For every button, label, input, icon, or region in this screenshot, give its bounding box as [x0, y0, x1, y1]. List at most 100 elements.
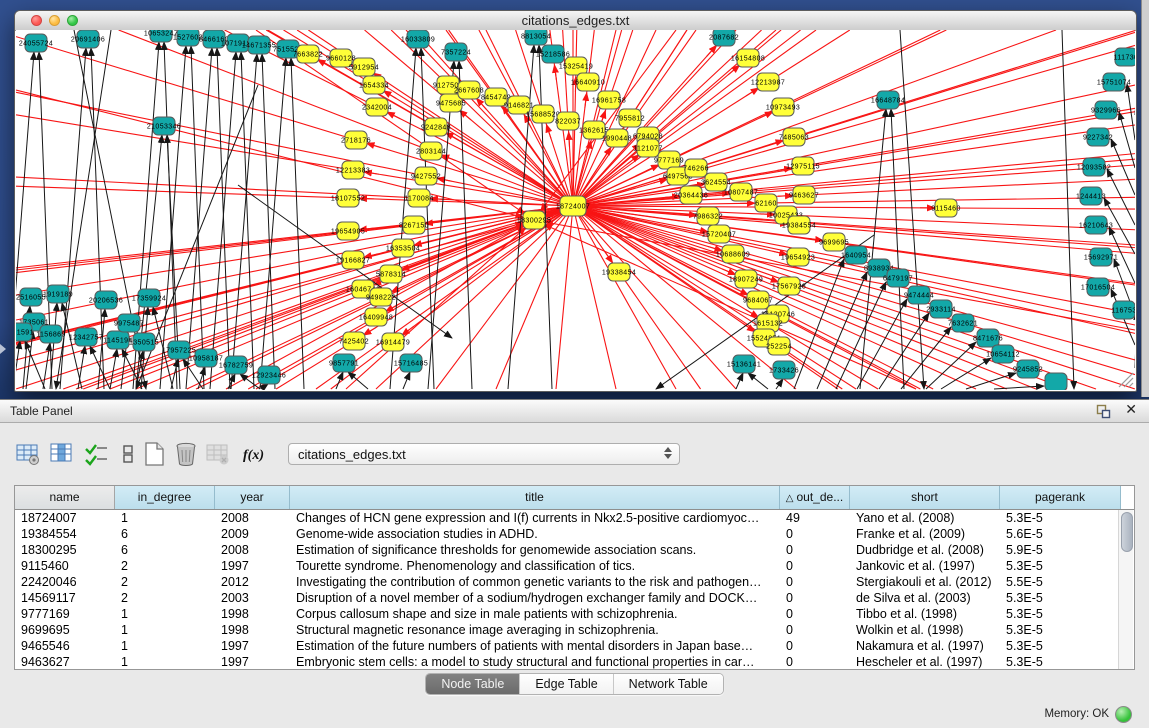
table-cell[interactable]: 1: [115, 654, 215, 670]
table-cell[interactable]: 6: [115, 526, 215, 542]
table-cell[interactable]: 5.3E-5: [1000, 638, 1121, 654]
table-row[interactable]: 946362711997Embryonic stem cells: a mode…: [15, 654, 1134, 670]
graph-node[interactable]: 9975487: [114, 314, 144, 332]
table-row[interactable]: 1938455462009Genome-wide association stu…: [15, 526, 1134, 542]
function-builder-icon[interactable]: f(x): [240, 440, 268, 468]
table-cell[interactable]: Structural magnetic resonance image aver…: [290, 622, 780, 638]
table-cell[interactable]: 5.5E-5: [1000, 574, 1121, 590]
graph-node[interactable]: 12923446: [252, 366, 286, 384]
table-cell[interactable]: 5.3E-5: [1000, 558, 1121, 574]
table-cell[interactable]: 2008: [215, 510, 290, 526]
graph-node[interactable]: 746266: [683, 159, 709, 177]
graph-node[interactable]: 9498222: [366, 288, 396, 306]
column-header-name[interactable]: name: [15, 486, 115, 509]
table-row[interactable]: 946554611997Estimation of the future num…: [15, 638, 1134, 654]
table-row[interactable]: 1830029562008Estimation of significance …: [15, 542, 1134, 558]
table-cell[interactable]: 1997: [215, 638, 290, 654]
table-settings-icon[interactable]: [14, 440, 42, 468]
table-cell[interactable]: 0: [780, 542, 850, 558]
graph-node[interactable]: 8267150: [399, 216, 429, 234]
tab-network-table[interactable]: Network Table: [613, 674, 723, 694]
column-header-title[interactable]: title: [290, 486, 780, 509]
graph-node[interactable]: 16210643: [1079, 216, 1113, 234]
table-cell[interactable]: 2: [115, 574, 215, 590]
close-panel-icon[interactable]: ✕: [1125, 401, 1137, 418]
table-cell[interactable]: 1998: [215, 606, 290, 622]
table-cell[interactable]: Hescheler et al. (1997): [850, 654, 1000, 670]
select-rows-icon[interactable]: [82, 440, 110, 468]
table-cell[interactable]: 49: [780, 510, 850, 526]
graph-node[interactable]: 9474444: [904, 286, 934, 304]
delete-rows-icon[interactable]: [172, 440, 200, 468]
graph-node[interactable]: 12975115: [786, 157, 820, 175]
table-cell[interactable]: 1: [115, 638, 215, 654]
table-cell[interactable]: Wolkin et al. (1998): [850, 622, 1000, 638]
graph-node[interactable]: 116753: [1111, 301, 1135, 319]
graph-node[interactable]: 62160: [755, 194, 777, 212]
table-cell[interactable]: 1998: [215, 622, 290, 638]
graph-node[interactable]: 9463627: [789, 186, 819, 204]
table-cell[interactable]: 6: [115, 542, 215, 558]
table-cell[interactable]: Franke et al. (2009): [850, 526, 1000, 542]
graph-node[interactable]: 7986322: [693, 207, 723, 225]
table-cell[interactable]: 1997: [215, 558, 290, 574]
table-cell[interactable]: 19384554: [15, 526, 115, 542]
delete-table-icon[interactable]: [204, 440, 232, 468]
table-cell[interactable]: Investigating the contribution of common…: [290, 574, 780, 590]
graph-node[interactable]: 5878314: [376, 265, 406, 283]
show-columns-icon[interactable]: [48, 440, 76, 468]
graph-node[interactable]: [1045, 373, 1067, 390]
graph-node[interactable]: 1990448: [602, 129, 632, 147]
table-cell[interactable]: Stergiakouli et al. (2012): [850, 574, 1000, 590]
table-row[interactable]: 1872400712008Changes of HCN gene express…: [15, 510, 1134, 526]
graph-node[interactable]: 391591: [16, 323, 34, 341]
table-cell[interactable]: Tibbo et al. (1998): [850, 606, 1000, 622]
table-cell[interactable]: 2003: [215, 590, 290, 606]
graph-node[interactable]: 15692971: [1084, 248, 1118, 266]
table-cell[interactable]: 5.3E-5: [1000, 606, 1121, 622]
graph-node[interactable]: 20691406: [71, 30, 105, 48]
table-cell[interactable]: Nakamura et al. (1997): [850, 638, 1000, 654]
table-cell[interactable]: 1: [115, 622, 215, 638]
graph-node[interactable]: 16648784: [871, 91, 905, 109]
table-cell[interactable]: 0: [780, 558, 850, 574]
vertical-scrollbar[interactable]: [1118, 510, 1133, 669]
graph-node[interactable]: 2933114: [926, 300, 956, 318]
graph-node[interactable]: 8813054: [521, 30, 551, 45]
graph-node[interactable]: 9115460: [931, 199, 961, 217]
graph-node[interactable]: 1919189: [43, 285, 73, 303]
table-cell[interactable]: 18300295: [15, 542, 115, 558]
graph-node[interactable]: 1244413: [1076, 187, 1106, 205]
column-header-in_degree[interactable]: in_degree: [115, 486, 215, 509]
graph-node[interactable]: 1640954: [841, 246, 871, 264]
table-cell[interactable]: 2: [115, 590, 215, 606]
graph-node[interactable]: 2516055: [16, 288, 46, 306]
table-cell[interactable]: 9777169: [15, 606, 115, 622]
graph-node[interactable]: 2803144: [416, 142, 446, 160]
window-resize-grip-icon[interactable]: [1119, 373, 1133, 387]
float-panel-icon[interactable]: [1095, 403, 1111, 419]
table-cell[interactable]: 1997: [215, 654, 290, 670]
graph-node[interactable]: 9699695: [819, 233, 849, 251]
graph-node[interactable]: 16353504: [386, 239, 420, 257]
table-cell[interactable]: 9463627: [15, 654, 115, 670]
graph-node[interactable]: 6479197: [883, 269, 913, 287]
graph-node[interactable]: 8471676: [973, 329, 1003, 347]
column-header-short[interactable]: short: [850, 486, 1000, 509]
table-cell[interactable]: 2012: [215, 574, 290, 590]
table-row[interactable]: 977716911998Corpus callosum shape and si…: [15, 606, 1134, 622]
graph-node[interactable]: 24055724: [19, 34, 53, 52]
graph-node[interactable]: 12213987: [751, 73, 785, 91]
graph-node[interactable]: 15716485: [394, 354, 428, 372]
tab-node-table[interactable]: Node Table: [426, 674, 519, 694]
network-graph-canvas[interactable]: 1872400718300295240557242069140610653247…: [16, 30, 1135, 390]
table-cell[interactable]: 0: [780, 638, 850, 654]
table-selector-dropdown[interactable]: citations_edges.txt: [288, 443, 680, 465]
graph-node[interactable]: 9227342: [1083, 128, 1113, 146]
table-cell[interactable]: 0: [780, 654, 850, 670]
table-cell[interactable]: 0: [780, 622, 850, 638]
graph-node[interactable]: 18724007: [556, 196, 590, 216]
graph-node[interactable]: 18107552: [331, 189, 365, 207]
table-cell[interactable]: Disruption of a novel member of a sodium…: [290, 590, 780, 606]
table-cell[interactable]: 1: [115, 606, 215, 622]
